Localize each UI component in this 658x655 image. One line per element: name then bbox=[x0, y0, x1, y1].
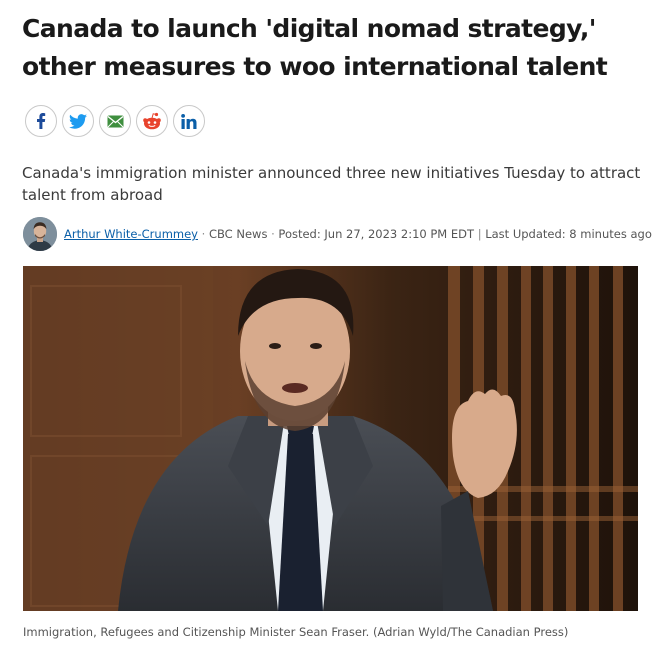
byline-source: CBC News bbox=[208, 227, 268, 241]
twitter-icon bbox=[69, 113, 87, 129]
photo-caption: Immigration, Refugees and Citizenship Mi… bbox=[23, 625, 569, 639]
article-headline: Canada to launch 'digital nomad strategy… bbox=[22, 14, 608, 81]
linkedin-icon bbox=[181, 113, 197, 129]
share-reddit-button[interactable] bbox=[136, 105, 168, 137]
reddit-icon bbox=[143, 112, 161, 130]
lead-photo bbox=[23, 266, 638, 611]
share-email-button[interactable] bbox=[99, 105, 131, 137]
share-bar bbox=[25, 105, 205, 137]
share-twitter-button[interactable] bbox=[62, 105, 94, 137]
byline-text: Arthur White-Crummey · CBC News · Posted… bbox=[64, 227, 652, 241]
facebook-icon bbox=[37, 113, 46, 129]
byline-posted: Posted: Jun 27, 2023 2:10 PM EDT bbox=[278, 227, 475, 241]
author-link[interactable]: Arthur White-Crummey bbox=[64, 227, 198, 241]
email-icon bbox=[107, 115, 123, 127]
byline-dot-separator: · bbox=[201, 227, 206, 241]
byline: Arthur White-Crummey · CBC News · Posted… bbox=[23, 217, 652, 251]
author-avatar[interactable] bbox=[23, 217, 57, 251]
byline-updated: Last Updated: 8 minutes ago bbox=[485, 227, 652, 241]
share-linkedin-button[interactable] bbox=[173, 105, 205, 137]
share-facebook-button[interactable] bbox=[25, 105, 57, 137]
article-deck: Canada's immigration minister announced … bbox=[22, 164, 641, 204]
byline-dot-separator: · bbox=[271, 227, 275, 241]
byline-pipe-separator: | bbox=[477, 227, 482, 241]
